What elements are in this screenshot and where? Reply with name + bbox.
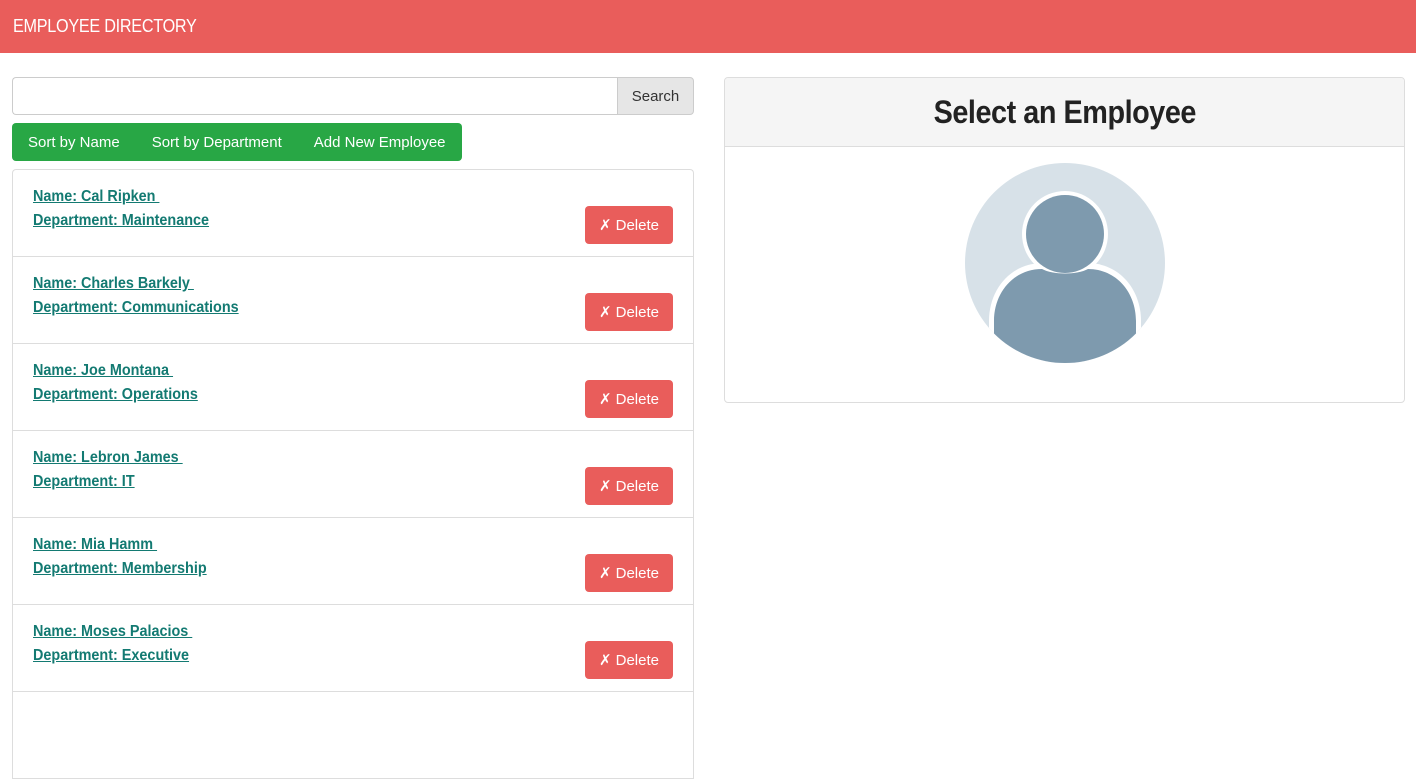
delete-label: Delete: [615, 216, 659, 234]
app-title[interactable]: EMPLOYEE DIRECTORY: [13, 16, 197, 37]
search-input[interactable]: [12, 77, 617, 115]
delete-label: Delete: [615, 303, 659, 321]
delete-button[interactable]: ✗ Delete: [585, 554, 673, 592]
employee-name-link[interactable]: Name: Joe Montana: [33, 359, 609, 383]
employee-detail-panel: Select an Employee: [724, 77, 1405, 403]
delete-button[interactable]: ✗ Delete: [585, 641, 673, 679]
list-item: Name: Lebron James Department: IT ✗ Dele…: [13, 431, 693, 518]
delete-label: Delete: [615, 564, 659, 582]
x-mark-icon: ✗: [599, 478, 612, 495]
panel-heading: Select an Employee: [725, 78, 1404, 147]
delete-button[interactable]: ✗ Delete: [585, 293, 673, 331]
x-mark-icon: ✗: [599, 304, 612, 321]
employee-department-link[interactable]: Department: Membership: [33, 557, 609, 581]
employee-department-link[interactable]: Department: Communications: [33, 296, 609, 320]
employee-name-link[interactable]: Name: Mia Hamm: [33, 533, 609, 557]
list-item-partial: [13, 692, 693, 779]
employee-department-link[interactable]: Department: IT: [33, 470, 609, 494]
list-item: Name: Cal Ripken Department: Maintenance…: [13, 170, 693, 257]
employee-department-link[interactable]: Department: Operations: [33, 383, 609, 407]
x-mark-icon: ✗: [599, 652, 612, 669]
panel-title: Select an Employee: [933, 93, 1196, 130]
list-item: Name: Moses Palacios Department: Executi…: [13, 605, 693, 692]
delete-button[interactable]: ✗ Delete: [585, 380, 673, 418]
sort-by-name-button[interactable]: Sort by Name: [12, 123, 136, 161]
employee-name-link[interactable]: Name: Moses Palacios: [33, 620, 609, 644]
employee-department-link[interactable]: Department: Maintenance: [33, 209, 609, 233]
delete-label: Delete: [615, 651, 659, 669]
employee-list-column: Search Sort by Name Sort by Department A…: [12, 77, 694, 779]
delete-button[interactable]: ✗ Delete: [585, 467, 673, 505]
employee-name-link[interactable]: Name: Lebron James: [33, 446, 609, 470]
list-item: Name: Charles Barkely Department: Commun…: [13, 257, 693, 344]
add-new-employee-button[interactable]: Add New Employee: [298, 123, 462, 161]
action-button-group: Sort by Name Sort by Department Add New …: [12, 123, 462, 161]
delete-label: Delete: [615, 390, 659, 408]
sort-by-department-button[interactable]: Sort by Department: [136, 123, 298, 161]
employee-list: Name: Cal Ripken Department: Maintenance…: [12, 169, 694, 779]
list-item: Name: Joe Montana Department: Operations…: [13, 344, 693, 431]
search-button[interactable]: Search: [617, 77, 694, 115]
delete-button[interactable]: ✗ Delete: [585, 206, 673, 244]
employee-name-link[interactable]: Name: Cal Ripken: [33, 185, 609, 209]
search-bar: Search: [12, 77, 694, 115]
delete-label: Delete: [615, 477, 659, 495]
employee-department-link[interactable]: Department: Executive: [33, 644, 609, 668]
x-mark-icon: ✗: [599, 565, 612, 582]
navbar: EMPLOYEE DIRECTORY: [0, 0, 1416, 53]
employee-name-link[interactable]: Name: Charles Barkely: [33, 272, 609, 296]
x-mark-icon: ✗: [599, 217, 612, 234]
list-item: Name: Mia Hamm Department: Membership ✗ …: [13, 518, 693, 605]
user-placeholder-icon: [965, 163, 1165, 363]
x-mark-icon: ✗: [599, 391, 612, 408]
